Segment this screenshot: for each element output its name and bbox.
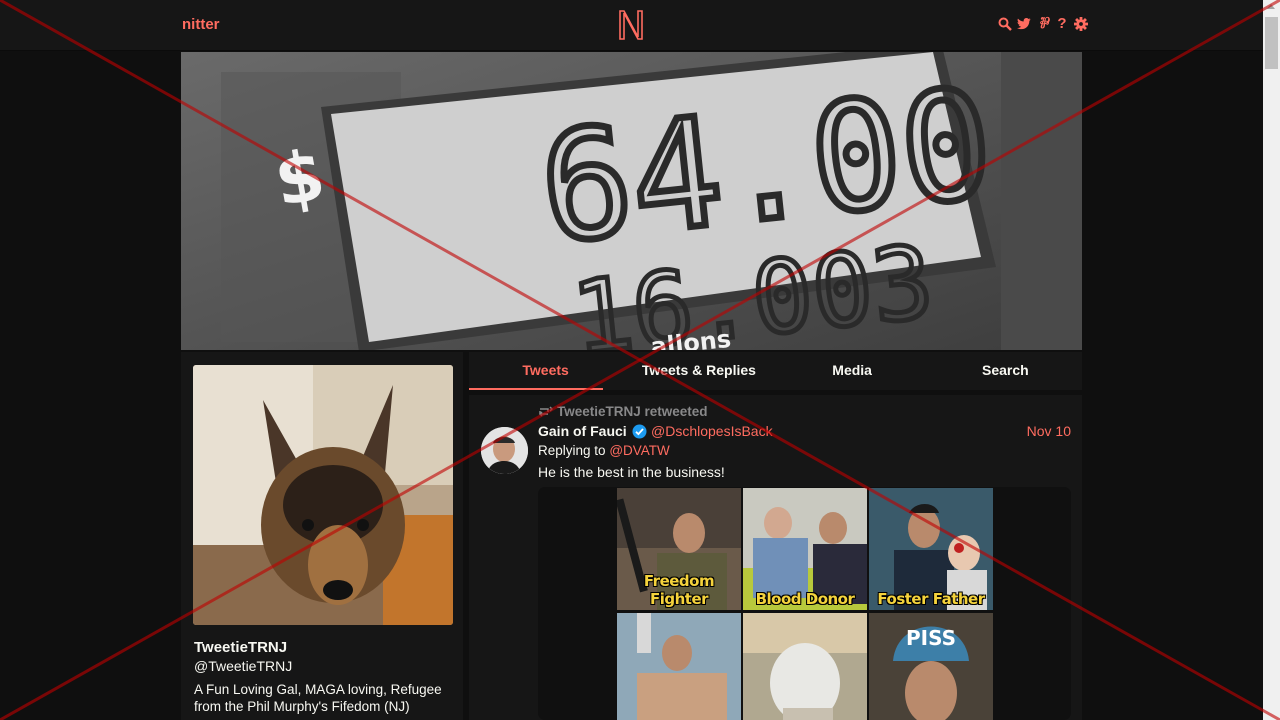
help-icon[interactable]: ? — [1055, 15, 1069, 33]
page-scrollbar[interactable] — [1263, 0, 1280, 720]
nitter-home-link[interactable]: nitter — [182, 16, 220, 33]
nitter-logo-icon[interactable] — [617, 9, 645, 41]
timeline-tabs: Tweets Tweets & Replies Media Search — [469, 352, 1082, 390]
profile-card: TweetieTRNJ @TweetieTRNJ A Fun Loving Ga… — [181, 352, 463, 720]
retweet-label[interactable]: TweetieTRNJ retweeted — [557, 404, 708, 419]
tweet-author-name[interactable]: Gain of Fauci — [538, 423, 647, 439]
replying-to-link[interactable]: @DVATW — [609, 443, 669, 458]
tweet-media-grid[interactable]: Freedom Fighter Blood Donor Foster Fathe… — [617, 488, 994, 720]
retweet-header: TweetieTRNJ retweeted — [539, 404, 708, 419]
press-helmet-text: PISS — [906, 626, 956, 650]
media-image[interactable]: Blood Donor — [743, 488, 867, 610]
twitter-bird-icon[interactable] — [1017, 15, 1031, 33]
tab-media[interactable]: Media — [776, 352, 929, 390]
gear-icon[interactable] — [1074, 15, 1088, 33]
tweet-text: He is the best in the business! — [538, 464, 725, 480]
search-icon[interactable] — [998, 15, 1012, 33]
media-image[interactable]: PISS — [869, 613, 993, 720]
tweet-media-container: Freedom Fighter Blood Donor Foster Fathe… — [538, 487, 1071, 720]
tab-search[interactable]: Search — [929, 352, 1082, 390]
tab-tweets-and-replies[interactable]: Tweets & Replies — [622, 352, 775, 390]
media-image[interactable]: Freedom Fighter — [617, 488, 741, 610]
profile-display-name[interactable]: TweetieTRNJ — [194, 639, 287, 656]
replying-prefix: Replying to — [538, 443, 606, 458]
profile-bio: A Fun Loving Gal, MAGA loving, Refugee f… — [194, 682, 442, 714]
rss-feed-icon[interactable]: ⅌ — [1036, 15, 1050, 33]
media-image[interactable] — [617, 613, 741, 720]
verified-badge-icon — [632, 424, 647, 438]
media-caption: Freedom Fighter — [643, 572, 715, 608]
profile-avatar[interactable] — [193, 365, 453, 625]
scroll-up-arrow-icon[interactable] — [1267, 4, 1275, 9]
tweet-author-handle[interactable]: @DschlopesIsBack — [651, 423, 773, 439]
scroll-thumb[interactable] — [1265, 17, 1278, 69]
replying-to-line: Replying to @DVATW — [538, 443, 670, 458]
tab-tweets[interactable]: Tweets — [469, 352, 622, 390]
profile-banner-image[interactable]: $ 64.00 16.003 allons — [181, 52, 1082, 350]
media-caption: Blood Donor — [755, 590, 855, 608]
top-navbar: nitter ⅌ ? — [0, 0, 1263, 51]
media-caption: Foster Father — [877, 590, 985, 608]
retweet-icon — [539, 406, 553, 417]
media-image[interactable] — [743, 613, 867, 720]
media-image[interactable]: Foster Father — [869, 488, 993, 610]
tweet-date[interactable]: Nov 10 — [1027, 423, 1071, 439]
nav-icon-group: ⅌ ? — [998, 15, 1088, 33]
timeline-tweet[interactable]: TweetieTRNJ retweeted Gain of Fauci @Dsc… — [469, 395, 1082, 720]
tweet-author-avatar[interactable] — [481, 427, 528, 474]
profile-handle[interactable]: @TweetieTRNJ — [194, 658, 292, 674]
